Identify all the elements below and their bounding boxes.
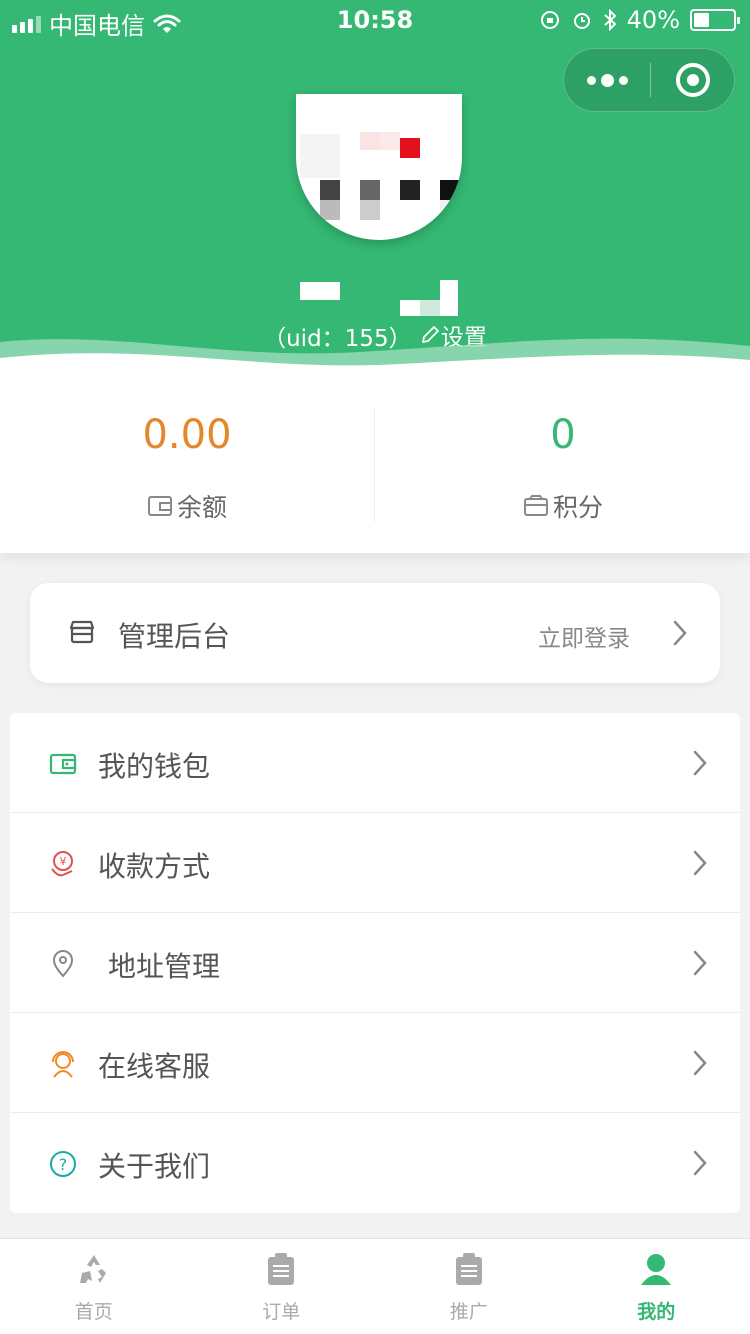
menu-item-wallet[interactable]: 我的钱包 <box>10 713 740 813</box>
tab-mine[interactable]: 我的 <box>563 1239 750 1334</box>
nickname <box>300 280 462 316</box>
gift-box-icon <box>523 495 548 516</box>
tab-label: 首页 <box>74 1301 113 1323</box>
tab-label: 订单 <box>262 1301 301 1323</box>
chevron-right-icon <box>693 850 707 876</box>
location-icon <box>52 950 74 978</box>
balance-label: 余额 <box>176 493 227 522</box>
user-icon <box>641 1254 672 1285</box>
chevron-right-icon <box>693 1050 707 1076</box>
rotation-lock-icon <box>540 11 559 29</box>
chevron-right-icon <box>693 1150 707 1176</box>
settings-menu: 我的钱包 ¥ 收款方式 地址管理 在线客服 ? 关于我们 <box>10 713 740 1213</box>
points-value: 0 <box>550 412 576 458</box>
menu-item-label: 地址管理 <box>108 950 221 983</box>
bottom-tab-bar: 首页 订单 推广 我的 <box>0 1238 750 1334</box>
tab-promotion[interactable]: 推广 <box>375 1239 563 1334</box>
avatar[interactable] <box>296 94 462 240</box>
customer-service-icon <box>52 1051 74 1078</box>
status-bar: 中国电信 10:58 40% <box>0 0 750 40</box>
payment-icon: ¥ <box>51 851 73 877</box>
wallet-outline-icon <box>147 496 172 516</box>
menu-item-label: 我的钱包 <box>98 750 211 783</box>
points-stat[interactable]: 0 积分 <box>376 370 750 553</box>
clipboard-icon <box>455 1253 482 1285</box>
tab-orders[interactable]: 订单 <box>188 1239 376 1334</box>
miniprogram-capsule <box>563 48 735 112</box>
profile-header: 中国电信 10:58 40% （uid：155） 设置 <box>0 0 750 380</box>
menu-item-address[interactable]: 地址管理 <box>10 913 740 1013</box>
admin-backend-entry[interactable]: 管理后台 立即登录 <box>30 583 720 683</box>
tab-label: 推广 <box>449 1301 488 1323</box>
tab-home[interactable]: 首页 <box>0 1239 188 1334</box>
balance-stat[interactable]: 0.00 余额 <box>0 370 374 553</box>
bluetooth-icon <box>603 9 617 31</box>
alarm-icon <box>573 13 590 29</box>
menu-item-label: 在线客服 <box>98 1050 211 1083</box>
battery-percent: 40% <box>626 6 680 34</box>
more-dot-icon <box>586 75 596 85</box>
more-dot-icon <box>618 75 628 85</box>
chevron-right-icon <box>693 750 707 776</box>
menu-item-label: 收款方式 <box>98 850 211 883</box>
more-menu-button[interactable] <box>564 49 650 111</box>
svg-text:¥: ¥ <box>60 855 67 868</box>
menu-item-label: 关于我们 <box>98 1150 211 1183</box>
wallet-icon <box>49 753 77 775</box>
store-icon <box>69 620 95 644</box>
close-miniprogram-button[interactable] <box>676 63 710 97</box>
recycle-icon <box>79 1255 106 1283</box>
chevron-right-icon <box>693 950 707 976</box>
admin-label: 管理后台 <box>118 620 231 653</box>
clipboard-icon <box>268 1253 295 1285</box>
more-dot-icon <box>600 73 614 87</box>
help-icon: ? <box>50 1151 76 1177</box>
menu-item-about-us[interactable]: ? 关于我们 <box>10 1113 740 1213</box>
menu-item-payment-method[interactable]: ¥ 收款方式 <box>10 813 740 913</box>
login-now-link[interactable]: 立即登录 <box>538 619 630 653</box>
menu-item-customer-service[interactable]: 在线客服 <box>10 1013 740 1113</box>
svg-text:?: ? <box>59 1155 68 1174</box>
chevron-right-icon <box>673 620 687 646</box>
battery-icon <box>690 9 740 31</box>
account-stats: 0.00 余额 0 积分 <box>0 370 750 553</box>
balance-value: 0.00 <box>142 412 232 458</box>
points-label: 积分 <box>552 493 603 522</box>
tab-label: 我的 <box>637 1301 676 1323</box>
